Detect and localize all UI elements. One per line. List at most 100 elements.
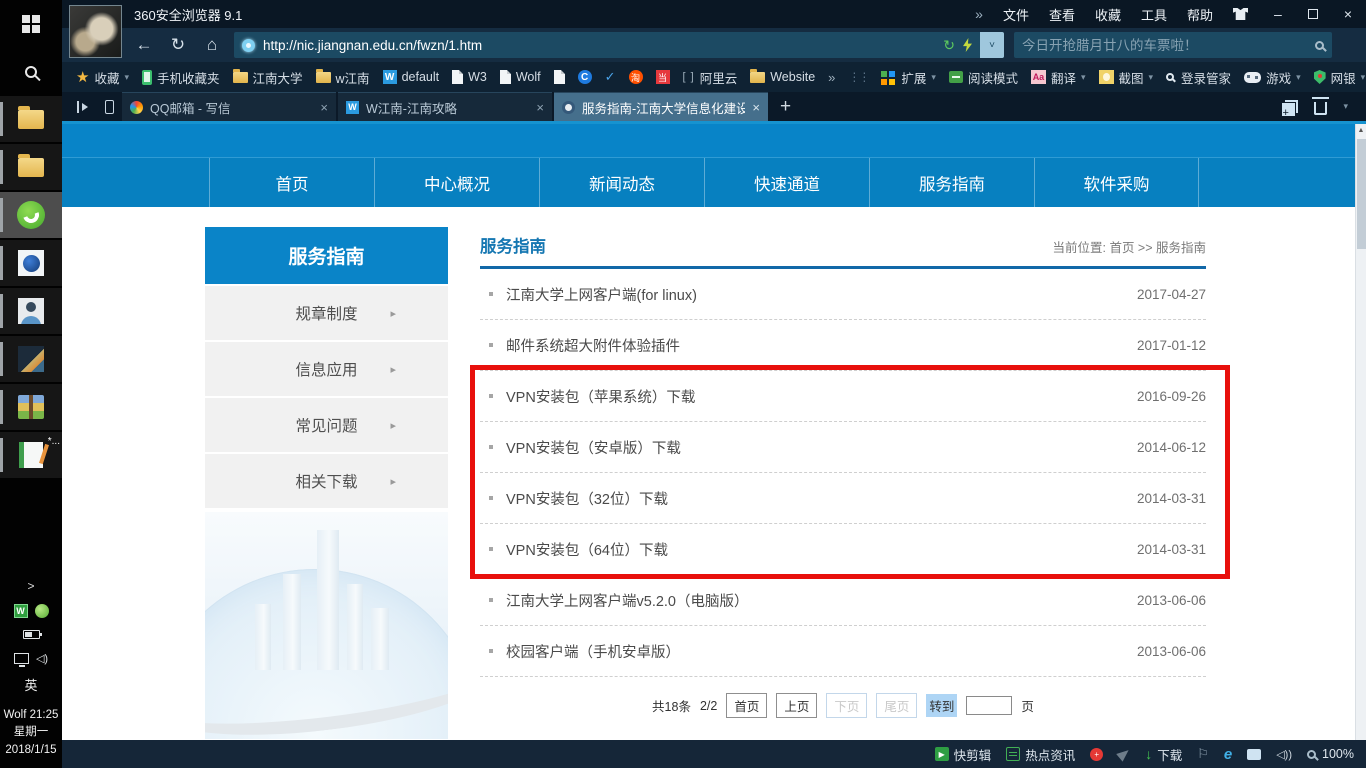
battery-icon[interactable] — [23, 630, 40, 639]
speed-boost-icon[interactable] — [963, 38, 972, 52]
tab-close-icon[interactable]: × — [536, 100, 544, 115]
tool-button-5[interactable]: 游戏▾ — [1244, 68, 1301, 87]
bookmark-item-11[interactable]: [ ]阿里云 — [683, 68, 738, 87]
menu-item-2[interactable]: 收藏 — [1095, 5, 1121, 24]
bookmark-item-2[interactable]: w江南 — [316, 68, 370, 87]
tool-button-0[interactable]: 扩展▾ — [881, 68, 936, 87]
first-page-button[interactable]: 首页 — [726, 693, 767, 718]
menu-item-3[interactable]: 工具 — [1141, 5, 1167, 24]
tab-sidebar-toggle[interactable] — [70, 92, 96, 121]
menu-overflow-chevron[interactable]: » — [975, 6, 983, 22]
tab-0[interactable]: QQ邮箱 - 写信× — [122, 92, 336, 121]
prev-page-button[interactable]: 上页 — [776, 693, 817, 718]
address-dropdown-button[interactable]: ˅ — [980, 32, 1004, 58]
site-nav-item-3[interactable]: 快速通道 — [704, 158, 869, 207]
bookmark-item-10[interactable]: 当 — [656, 70, 670, 84]
chevron-down-icon[interactable]: ▾ — [1343, 101, 1348, 112]
back-button[interactable]: ← — [132, 35, 156, 55]
mute-page-icon[interactable]: ◁)) — [1276, 748, 1292, 761]
scroll-up-arrow[interactable]: ▲ — [1356, 124, 1366, 134]
sidebar-item-1[interactable]: 信息应用 — [205, 342, 448, 396]
start-button[interactable] — [0, 0, 62, 48]
tab-1[interactable]: WW江南-江南攻略× — [338, 92, 552, 121]
sidebar-item-0[interactable]: 规章制度 — [205, 286, 448, 340]
minimize-button[interactable]: – — [1274, 6, 1282, 22]
volume-icon[interactable]: ◁) — [36, 652, 48, 665]
article-row-5[interactable]: VPN安装包（64位）下载2014-03-31 — [480, 524, 1206, 575]
download-button[interactable]: ↓下载 — [1145, 745, 1182, 764]
menu-item-0[interactable]: 文件 — [1003, 5, 1029, 24]
tool-button-6[interactable]: 网银▾ — [1314, 68, 1366, 87]
home-button[interactable]: ⌂ — [200, 35, 224, 55]
bookmark-item-6[interactable] — [554, 70, 565, 84]
bookmark-item-0[interactable]: 手机收藏夹 — [142, 68, 220, 87]
user-avatar[interactable] — [69, 5, 122, 58]
window-mode-icon[interactable] — [1247, 749, 1261, 760]
bookmark-item-8[interactable]: ✓ — [605, 69, 616, 85]
zoom-control[interactable]: 100% — [1307, 747, 1354, 761]
site-nav-item-5[interactable]: 软件采购 — [1034, 158, 1199, 207]
article-row-7[interactable]: 校园客户端（手机安卓版）2013-06-06 — [480, 626, 1206, 677]
page-scrollbar[interactable]: ▲ — [1355, 124, 1366, 740]
taskbar-app-blue[interactable] — [0, 240, 62, 286]
site-nav-item-1[interactable]: 中心概况 — [374, 158, 539, 207]
bookmarks-overflow-chevron[interactable]: » — [828, 70, 835, 85]
sidebar-item-3[interactable]: 相关下载 — [205, 454, 448, 508]
rocket-boost-icon[interactable] — [1116, 746, 1132, 761]
theme-skin-icon[interactable] — [1233, 8, 1248, 20]
tab-close-icon[interactable]: × — [320, 100, 328, 115]
article-row-6[interactable]: 江南大学上网客户端v5.2.0（电脑版）2013-06-06 — [480, 575, 1206, 626]
tray-w-icon[interactable]: W — [14, 604, 28, 618]
tab-close-icon[interactable]: × — [752, 100, 760, 115]
taskbar-app-360-browser[interactable] — [0, 192, 62, 238]
trash-icon[interactable] — [1314, 102, 1327, 115]
site-nav-item-4[interactable]: 服务指南 — [869, 158, 1034, 207]
favorites-button[interactable]: ★ 收藏 ▾ — [76, 68, 129, 87]
tray-q-icon[interactable] — [35, 604, 49, 618]
tab-2[interactable]: 服务指南-江南大学信息化建设× — [554, 92, 768, 121]
taskbar-app-winrar[interactable] — [0, 384, 62, 430]
mobile-sync-button[interactable] — [96, 92, 122, 121]
site-nav-item-2[interactable]: 新闻动态 — [539, 158, 704, 207]
hot-news-button[interactable]: 热点资讯 — [1006, 745, 1075, 764]
bookmark-item-1[interactable]: 江南大学 — [233, 68, 303, 87]
bookmark-item-7[interactable]: C — [578, 70, 592, 84]
search-icon[interactable] — [1315, 41, 1324, 50]
menu-item-1[interactable]: 查看 — [1049, 5, 1075, 24]
network-icon[interactable] — [14, 653, 29, 664]
taskbar-app-folder-1[interactable] — [0, 96, 62, 142]
taskbar-app-folder-2[interactable] — [0, 144, 62, 190]
taskbar-app-notepad[interactable]: *... — [0, 432, 62, 478]
sidebar-item-2[interactable]: 常见问题 — [205, 398, 448, 452]
taskbar-app-photos[interactable] — [0, 336, 62, 382]
ie-mode-icon[interactable]: e — [1224, 746, 1232, 763]
tray-overflow-chevron[interactable]: > — [27, 579, 34, 599]
next-page-button[interactable]: 下页 — [826, 693, 867, 718]
site-nav-item-0[interactable]: 首页 — [209, 158, 374, 207]
taskbar-search-button[interactable] — [0, 48, 62, 96]
taskbar-app-contact[interactable] — [0, 288, 62, 334]
taskbar-clock[interactable]: Wolf 21:25 星期一 2018/1/15 — [4, 707, 59, 760]
security-status-icon[interactable]: + — [1090, 748, 1103, 761]
article-row-3[interactable]: VPN安装包（安卓版）下载2014-06-12 — [480, 422, 1206, 473]
flag-icon[interactable]: ⚐ — [1197, 746, 1209, 762]
search-input[interactable] — [1022, 38, 1315, 53]
bookmark-item-12[interactable]: Website — [750, 70, 815, 84]
tool-button-3[interactable]: 截图▾ — [1099, 68, 1154, 87]
new-tab-button[interactable]: + — [780, 96, 791, 118]
auto-refresh-icon[interactable]: ↻ — [943, 37, 955, 54]
tool-button-4[interactable]: 登录管家 — [1166, 68, 1231, 87]
bookmark-item-3[interactable]: Wdefault — [383, 70, 440, 84]
article-row-4[interactable]: VPN安装包（32位）下载2014-03-31 — [480, 473, 1206, 524]
address-bar[interactable]: http://nic.jiangnan.edu.cn/fwzn/1.htm ↻ … — [234, 32, 1004, 58]
bookmark-item-9[interactable]: 淘 — [629, 70, 643, 84]
tool-button-2[interactable]: Aa翻译▾ — [1031, 68, 1086, 87]
scrollbar-thumb[interactable] — [1357, 139, 1366, 249]
reload-button[interactable]: ↻ — [166, 35, 190, 55]
last-page-button[interactable]: 尾页 — [876, 693, 917, 718]
tool-button-1[interactable]: 阅读模式 — [949, 68, 1018, 87]
restore-button[interactable] — [1308, 9, 1318, 19]
menu-item-4[interactable]: 帮助 — [1187, 5, 1213, 24]
article-row-1[interactable]: 邮件系统超大附件体验插件2017-01-12 — [480, 320, 1206, 371]
search-box[interactable] — [1014, 32, 1332, 58]
